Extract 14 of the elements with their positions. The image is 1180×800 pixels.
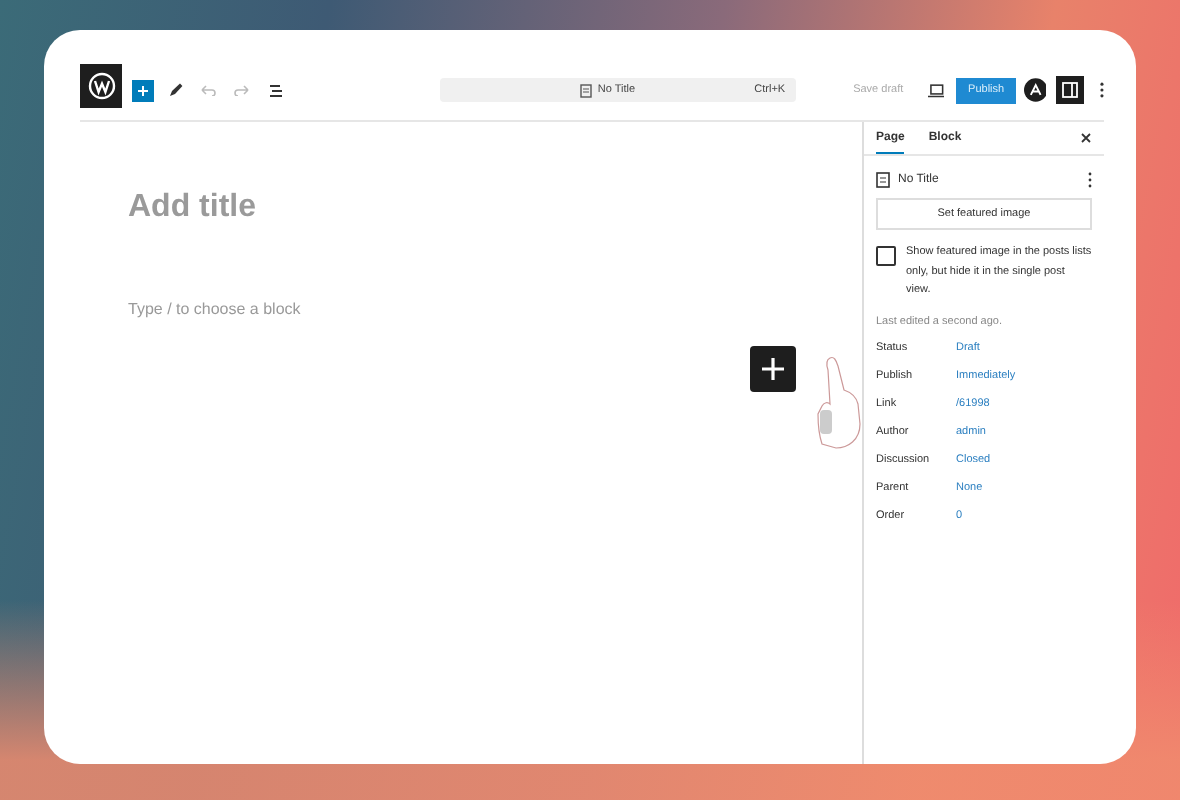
page-icon xyxy=(876,172,890,188)
title-placeholder[interactable]: Add title xyxy=(128,190,862,226)
wordpress-logo-icon[interactable] xyxy=(80,64,123,108)
checkbox[interactable] xyxy=(876,246,896,266)
plus-icon xyxy=(762,358,784,380)
block-inserter-button[interactable] xyxy=(750,346,796,392)
settings-toggle[interactable] xyxy=(1056,76,1085,104)
page-icon xyxy=(579,83,592,97)
block-placeholder[interactable]: Type / to choose a block xyxy=(128,300,862,318)
desktop-preview-icon[interactable] xyxy=(927,83,945,97)
plugin-icon[interactable] xyxy=(1023,78,1047,102)
close-icon[interactable] xyxy=(1080,132,1092,144)
add-block-icon[interactable] xyxy=(132,79,155,101)
hand-cursor-icon xyxy=(816,354,864,454)
